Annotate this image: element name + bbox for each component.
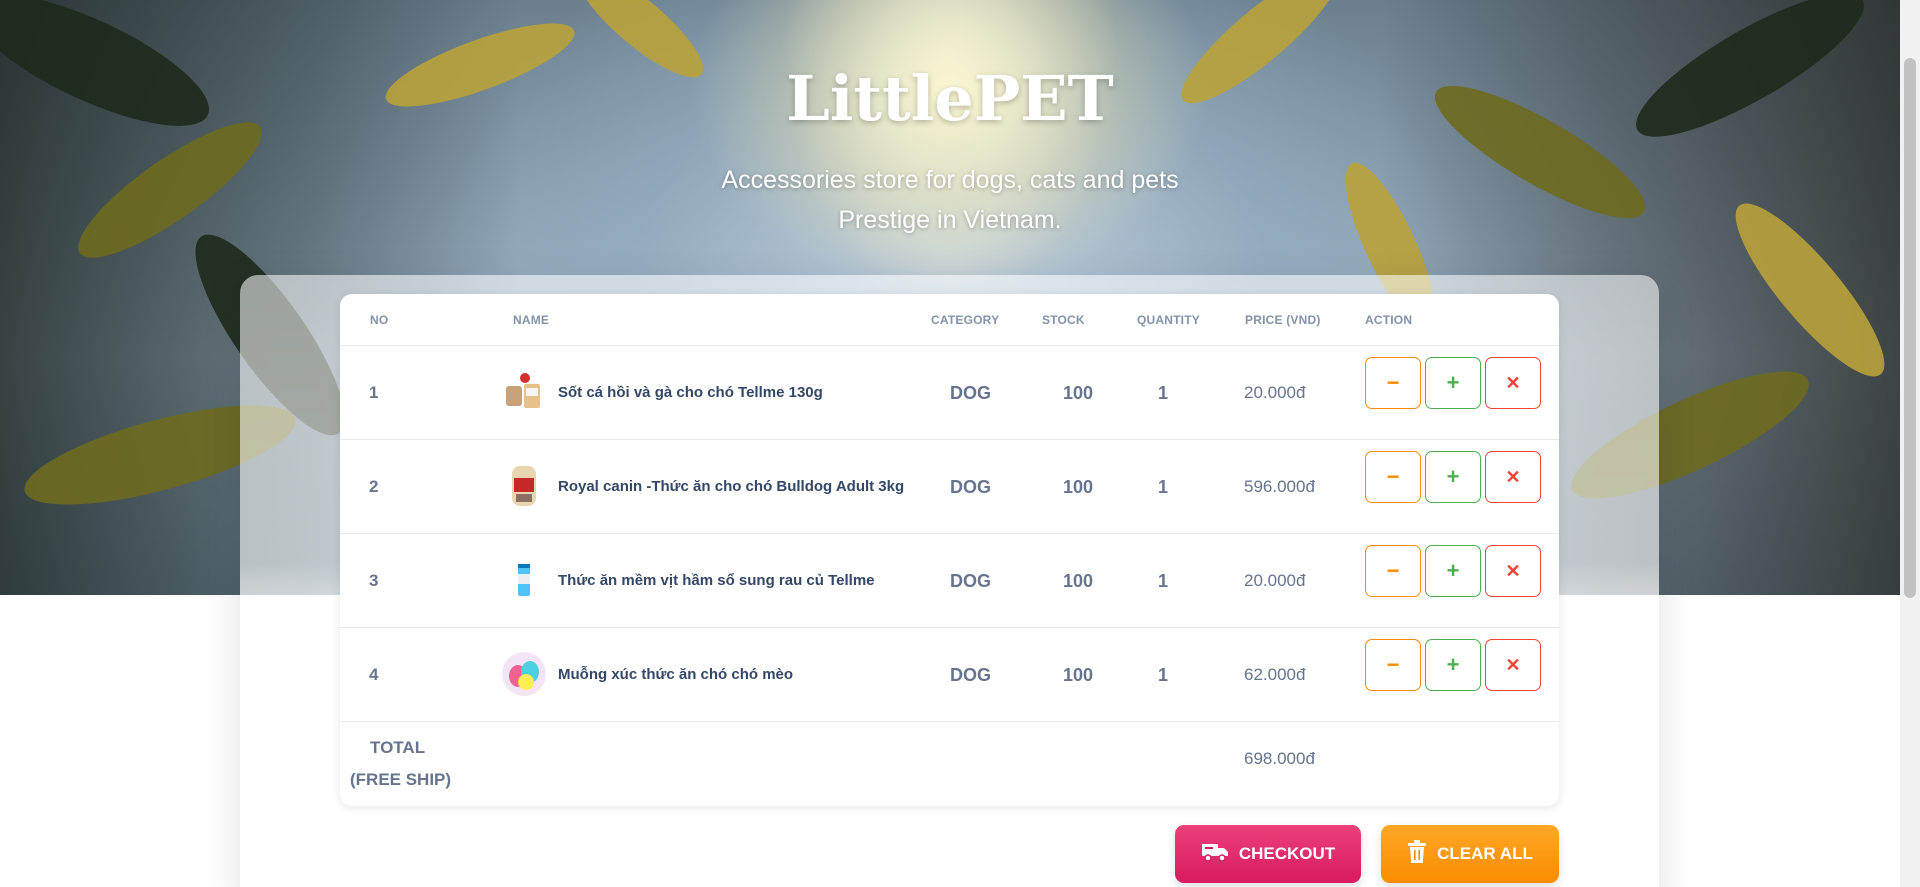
remove-item-button[interactable]: ✕ bbox=[1485, 639, 1541, 691]
product-name: Thức ăn mềm vịt hầm sổ sung rau củ Tellm… bbox=[558, 572, 875, 589]
brand-title: LittlePET bbox=[786, 62, 1114, 135]
scrollbar-thumb[interactable] bbox=[1904, 58, 1916, 598]
product-quantity: 1 bbox=[1158, 477, 1169, 497]
row-number: 4 bbox=[369, 665, 379, 684]
brand-tagline: Accessories store for dogs, cats and pet… bbox=[0, 160, 1900, 240]
product-quantity: 1 bbox=[1158, 383, 1169, 403]
product-stock: 100 bbox=[1063, 571, 1094, 591]
product-category: DOG bbox=[950, 477, 992, 497]
row-number: 2 bbox=[369, 477, 379, 496]
header-stock: STOCK bbox=[1042, 313, 1085, 327]
total-label: TOTAL bbox=[370, 738, 426, 757]
product-category: DOG bbox=[950, 665, 992, 685]
page-scrollbar[interactable] bbox=[1900, 0, 1920, 887]
product-stock: 100 bbox=[1063, 665, 1094, 685]
decrease-quantity-button[interactable]: − bbox=[1365, 451, 1421, 503]
product-stock: 100 bbox=[1063, 383, 1094, 403]
product-category: DOG bbox=[950, 383, 992, 403]
row-number: 1 bbox=[369, 383, 379, 402]
header-quantity: QUANTITY bbox=[1137, 313, 1200, 327]
decrease-quantity-button[interactable]: − bbox=[1365, 545, 1421, 597]
decrease-quantity-button[interactable]: − bbox=[1365, 357, 1421, 409]
clear-all-button[interactable]: CLEAR ALL bbox=[1381, 825, 1559, 883]
tagline-line-1: Accessories store for dogs, cats and pet… bbox=[721, 166, 1179, 194]
product-price: 62.000đ bbox=[1244, 665, 1306, 684]
table-row: 4 Muỗng xúc thức ăn chó chó mèo DOG 100 … bbox=[340, 628, 1559, 722]
food-bag-thumb bbox=[502, 464, 546, 508]
trash-icon bbox=[1407, 839, 1427, 869]
cart-table: NO NAME CATEGORY STOCK QUANTITY PRICE (V… bbox=[340, 294, 1559, 806]
clear-all-label: CLEAR ALL bbox=[1437, 844, 1533, 863]
food-can-thumb bbox=[502, 558, 546, 602]
page: LittlePET Accessories store for dogs, ca… bbox=[0, 0, 1920, 887]
row-number: 3 bbox=[369, 571, 379, 590]
checkout-button[interactable]: CHECKOUT bbox=[1175, 825, 1361, 883]
header-price: PRICE (VND) bbox=[1245, 313, 1321, 327]
table-row: 3 Thức ăn mềm vịt hầm sổ sung rau củ Tel… bbox=[340, 534, 1559, 628]
product-price: 596.000đ bbox=[1244, 477, 1315, 496]
increase-quantity-button[interactable]: + bbox=[1425, 639, 1481, 691]
header-category: CATEGORY bbox=[931, 313, 1000, 327]
table-header: NO NAME CATEGORY STOCK QUANTITY PRICE (V… bbox=[340, 294, 1559, 346]
truck-icon bbox=[1201, 841, 1229, 868]
product-category: DOG bbox=[950, 571, 992, 591]
free-ship-label: (FREE SHIP) bbox=[350, 770, 452, 789]
header-no: NO bbox=[370, 313, 389, 327]
tagline-line-2: Prestige in Vietnam. bbox=[838, 206, 1062, 234]
remove-item-button[interactable]: ✕ bbox=[1485, 451, 1541, 503]
product-quantity: 1 bbox=[1158, 665, 1169, 685]
product-price: 20.000đ bbox=[1244, 383, 1306, 402]
header-name: NAME bbox=[513, 313, 550, 327]
total-price: 698.000đ bbox=[1244, 749, 1315, 768]
spoon-thumb bbox=[502, 652, 546, 696]
sauce-pouch-thumb bbox=[502, 370, 546, 414]
product-name: Muỗng xúc thức ăn chó chó mèo bbox=[558, 666, 794, 683]
remove-item-button[interactable]: ✕ bbox=[1485, 545, 1541, 597]
product-price: 20.000đ bbox=[1244, 571, 1306, 590]
decrease-quantity-button[interactable]: − bbox=[1365, 639, 1421, 691]
sun-rays bbox=[780, 0, 1120, 300]
product-name: Sốt cá hồi và gà cho chó Tellme 130g bbox=[558, 384, 823, 401]
checkout-label: CHECKOUT bbox=[1238, 844, 1336, 863]
product-name: Royal canin -Thức ăn cho chó Bulldog Adu… bbox=[558, 478, 905, 495]
increase-quantity-button[interactable]: + bbox=[1425, 357, 1481, 409]
remove-item-button[interactable]: ✕ bbox=[1485, 357, 1541, 409]
product-stock: 100 bbox=[1063, 477, 1094, 497]
table-row: 1 Sốt cá hồi và gà cho chó Tellme 130g D… bbox=[340, 346, 1559, 440]
product-quantity: 1 bbox=[1158, 571, 1169, 591]
increase-quantity-button[interactable]: + bbox=[1425, 451, 1481, 503]
header-action: ACTION bbox=[1365, 313, 1413, 327]
table-row: 2 Royal canin -Thức ăn cho chó Bulldog A… bbox=[340, 440, 1559, 534]
increase-quantity-button[interactable]: + bbox=[1425, 545, 1481, 597]
